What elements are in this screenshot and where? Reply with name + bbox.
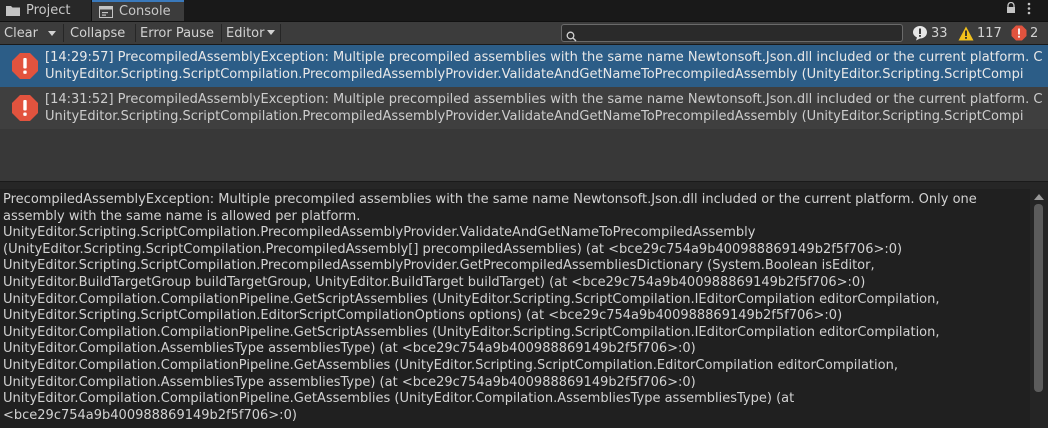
- folder-icon: [6, 5, 20, 16]
- warning-count-toggle[interactable]: 117: [958, 22, 1002, 44]
- log-entry[interactable]: [14:29:57] PrecompiledAssemblyException:…: [0, 45, 1048, 87]
- log-entry-list: [14:29:57] PrecompiledAssemblyException:…: [0, 45, 1048, 181]
- stack-trace-line: UnityEditor.Scripting.ScriptCompilation.…: [3, 225, 756, 241]
- chevron-down-icon: [267, 30, 276, 36]
- search-input[interactable]: [580, 25, 898, 41]
- console-icon: [99, 5, 113, 18]
- stack-trace-line: UnityEditor.Compilation.CompilationPipel…: [3, 291, 940, 307]
- error-count: 2: [1030, 25, 1039, 41]
- stack-trace-detail: PrecompiledAssemblyException: Multiple p…: [0, 189, 1030, 428]
- console-toolbar: Clear Collapse Error Pause Editor 33 117…: [0, 22, 1048, 45]
- warning-count: 117: [977, 25, 1002, 41]
- error-icon: [11, 52, 39, 85]
- error-icon: [1011, 25, 1030, 41]
- stack-trace-line: UnityEditor.Compilation.AssembliesType a…: [3, 341, 696, 357]
- warning-icon: [958, 26, 977, 41]
- clear-button[interactable]: Clear: [4, 22, 38, 44]
- info-icon: [912, 25, 931, 41]
- error-pause-label: Error Pause: [140, 25, 215, 41]
- tab-project[interactable]: Project: [0, 0, 92, 21]
- stack-trace-line: UnityEditor.BuildTargetGroup buildTarget…: [3, 274, 866, 290]
- log-entry-stack: UnityEditor.Scripting.ScriptCompilation.…: [45, 67, 1024, 82]
- log-entry-stack: UnityEditor.Scripting.ScriptCompilation.…: [45, 109, 1024, 124]
- clear-label: Clear: [4, 25, 38, 41]
- stack-trace-line: UnityEditor.Compilation.CompilationPipel…: [3, 324, 940, 340]
- search-icon: [566, 27, 577, 46]
- tab-console[interactable]: Console: [92, 0, 184, 21]
- tab-project-label: Project: [26, 3, 71, 18]
- clear-options-dropdown[interactable]: [48, 22, 56, 44]
- search-field[interactable]: [561, 24, 903, 42]
- stack-trace-line: PrecompiledAssemblyException: Multiple p…: [3, 192, 977, 207]
- stack-trace-line: assembly with the same name is allowed p…: [3, 208, 361, 224]
- scroll-up-icon[interactable]: [1034, 194, 1044, 200]
- tab-bar: Project Console: [0, 0, 1048, 22]
- stack-trace-line: <bce29c754a9b400988869149b2f5f706>:0): [3, 407, 297, 423]
- detail-scrollbar[interactable]: [1030, 189, 1048, 428]
- tab-console-label: Console: [119, 4, 171, 19]
- error-icon: [11, 94, 39, 127]
- stack-trace-line: (UnityEditor.Scripting.ScriptCompilation…: [3, 241, 903, 257]
- info-count-toggle[interactable]: 33: [912, 22, 948, 44]
- editor-label: Editor: [226, 25, 265, 41]
- stack-trace-line: UnityEditor.Compilation.CompilationPipel…: [3, 391, 795, 407]
- log-entry-message: [14:29:57] PrecompiledAssemblyException:…: [45, 50, 1043, 65]
- stack-trace-line: UnityEditor.Scripting.ScriptCompilation.…: [3, 308, 843, 324]
- editor-target-dropdown[interactable]: Editor: [226, 22, 276, 44]
- scrollbar-thumb[interactable]: [1034, 204, 1043, 392]
- chevron-down-icon: [48, 26, 56, 41]
- collapse-button[interactable]: Collapse: [70, 22, 125, 44]
- log-entry[interactable]: [14:31:52] PrecompiledAssemblyException:…: [0, 87, 1048, 129]
- stack-trace-line: UnityEditor.Compilation.AssembliesType a…: [3, 374, 696, 390]
- error-pause-button[interactable]: Error Pause: [140, 22, 214, 44]
- collapse-label: Collapse: [70, 25, 126, 41]
- log-entry-message: [14:31:52] PrecompiledAssemblyException:…: [45, 92, 1043, 107]
- lock-icon[interactable]: [1006, 1, 1016, 17]
- kebab-menu-icon[interactable]: [1027, 2, 1031, 18]
- error-count-toggle[interactable]: 2: [1011, 22, 1038, 44]
- info-count: 33: [931, 25, 948, 41]
- stack-trace-line: UnityEditor.Compilation.CompilationPipel…: [3, 357, 898, 373]
- stack-trace-line: UnityEditor.Scripting.ScriptCompilation.…: [3, 258, 875, 274]
